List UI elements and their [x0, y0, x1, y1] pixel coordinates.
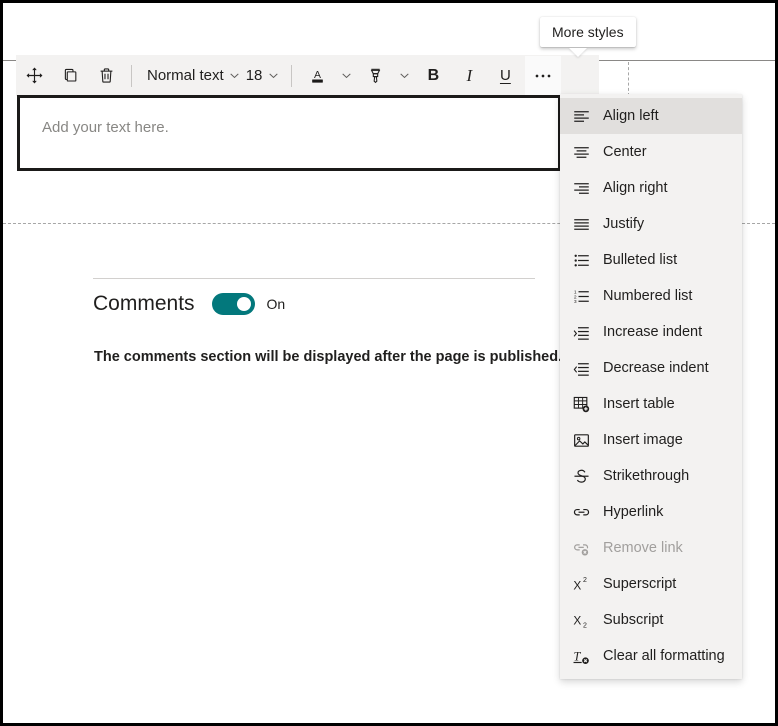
decrease-indent-icon [570, 357, 592, 379]
menu-item-center[interactable]: Center [560, 134, 742, 170]
menu-item-label: Remove link [603, 540, 683, 556]
menu-item-align-left[interactable]: Align left [560, 98, 742, 134]
comments-divider [93, 278, 535, 279]
strikethrough-icon [570, 465, 592, 487]
menu-item-label: Insert image [603, 432, 683, 448]
svg-text:2: 2 [583, 577, 587, 584]
duplicate-icon [61, 66, 80, 85]
comments-header-row: Comments On [93, 292, 285, 316]
hyperlink-icon [570, 501, 592, 523]
font-size-dropdown-value[interactable]: 18 [246, 56, 263, 95]
align-right-icon [570, 177, 592, 199]
menu-item-label: Clear all formatting [603, 648, 725, 664]
menu-item-remove-link: Remove link [560, 530, 742, 566]
bulleted-list-icon [570, 249, 592, 271]
tooltip-arrow [569, 48, 587, 57]
comments-toggle-knob [236, 297, 251, 311]
comments-toggle[interactable] [211, 293, 255, 315]
menu-item-decrease-indent[interactable]: Decrease indent [560, 350, 742, 386]
menu-item-label: Hyperlink [603, 504, 664, 520]
highlight-color-button[interactable] [357, 56, 393, 95]
highlighter-icon [366, 66, 385, 85]
clear-formatting-icon: T [570, 645, 592, 667]
text-style-chevron-down-icon[interactable] [224, 56, 246, 95]
bold-button[interactable]: B [415, 56, 451, 95]
menu-item-label: Decrease indent [603, 360, 709, 376]
menu-item-label: Insert table [603, 396, 675, 412]
text-webpart-editor[interactable]: Add your text here. [17, 95, 561, 171]
ellipsis-icon [533, 73, 553, 79]
menu-item-numbered-list[interactable]: 1 2 3 Numbered list [560, 278, 742, 314]
text-formatting-toolbar: Normal text 18 A B I U [16, 55, 599, 96]
svg-text:T: T [573, 649, 581, 663]
subscript-icon: X 2 [570, 609, 592, 631]
svg-text:2: 2 [583, 622, 587, 629]
align-left-icon [570, 105, 592, 127]
insert-table-icon [570, 393, 592, 415]
menu-item-subscript[interactable]: X 2 Subscript [560, 602, 742, 638]
align-center-icon [570, 141, 592, 163]
menu-item-superscript[interactable]: X 2 Superscript [560, 566, 742, 602]
menu-item-label: Numbered list [603, 288, 693, 304]
menu-item-label: Center [603, 144, 647, 160]
svg-text:X: X [573, 613, 581, 627]
remove-link-icon [570, 537, 592, 559]
menu-item-bulleted-list[interactable]: Bulleted list [560, 242, 742, 278]
toolbar-separator-2 [291, 64, 293, 87]
comments-toggle-state-label: On [266, 296, 286, 312]
highlight-chevron-down-icon[interactable] [393, 56, 415, 95]
svg-text:X: X [573, 578, 581, 592]
numbered-list-icon: 1 2 3 [570, 285, 592, 307]
menu-item-label: Increase indent [603, 324, 703, 340]
menu-item-label: Justify [603, 216, 645, 232]
menu-item-label: Align right [603, 180, 668, 196]
more-styles-tooltip: More styles [540, 17, 636, 47]
menu-item-label: Superscript [603, 576, 677, 592]
insert-image-icon [570, 429, 592, 451]
menu-item-align-right[interactable]: Align right [560, 170, 742, 206]
font-color-button[interactable]: A [299, 56, 335, 95]
font-color-chevron-down-icon[interactable] [335, 56, 357, 95]
menu-item-label: Strikethrough [603, 468, 690, 484]
italic-button[interactable]: I [451, 56, 487, 95]
font-size-chevron-down-icon[interactable] [262, 56, 284, 95]
trash-icon [97, 66, 116, 85]
toolbar-separator-1 [131, 64, 132, 87]
app-screen: Normal text 18 A B I U Add your text her… [3, 3, 775, 723]
menu-item-label: Subscript [603, 612, 664, 628]
menu-item-hyperlink[interactable]: Hyperlink [560, 494, 742, 530]
align-justify-icon [570, 213, 592, 235]
menu-item-strikethrough[interactable]: Strikethrough [560, 458, 742, 494]
menu-item-label: Align left [603, 108, 659, 124]
menu-item-justify[interactable]: Justify [560, 206, 742, 242]
delete-webpart-button[interactable] [88, 56, 124, 95]
comments-note: The comments section will be displayed a… [94, 349, 563, 365]
menu-item-clear-all-formatting[interactable]: T Clear all formatting [560, 638, 742, 674]
column-divider-dashed [628, 62, 629, 96]
more-styles-menu: Align left Center Align right Justify Bullet… [560, 94, 742, 679]
text-style-dropdown-value[interactable]: Normal text [139, 56, 224, 95]
move-webpart-button[interactable] [16, 56, 52, 95]
svg-text:A: A [314, 70, 321, 81]
superscript-icon: X 2 [570, 573, 592, 595]
menu-item-insert-image[interactable]: Insert image [560, 422, 742, 458]
menu-item-increase-indent[interactable]: Increase indent [560, 314, 742, 350]
editor-placeholder: Add your text here. [42, 119, 169, 136]
menu-item-label: Bulleted list [603, 252, 678, 268]
comments-title: Comments [93, 292, 195, 315]
move-icon [25, 66, 44, 85]
more-styles-button[interactable] [525, 56, 562, 95]
increase-indent-icon [570, 321, 592, 343]
underline-button[interactable]: U [487, 56, 523, 95]
font-color-icon: A [308, 66, 327, 85]
menu-item-insert-table[interactable]: Insert table [560, 386, 742, 422]
duplicate-webpart-button[interactable] [52, 56, 88, 95]
svg-text:3: 3 [573, 299, 576, 305]
